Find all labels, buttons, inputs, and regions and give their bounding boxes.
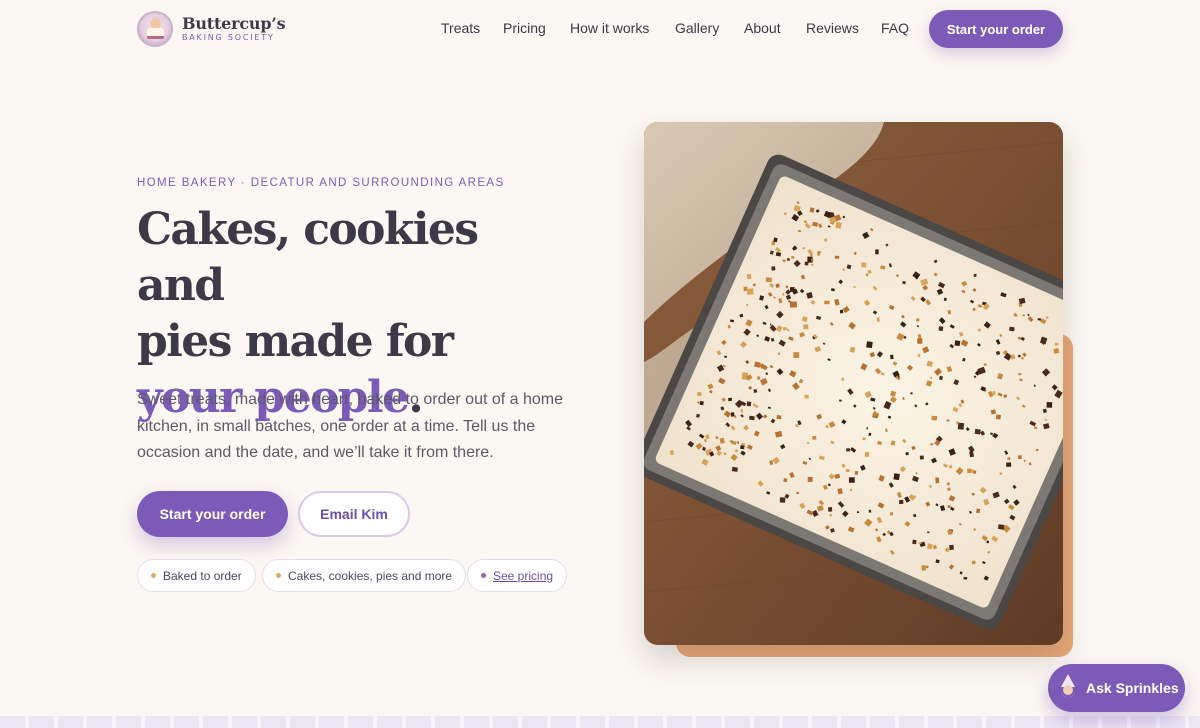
nav-how-it-works[interactable]: How it works <box>570 20 649 36</box>
gnome-icon <box>1058 674 1078 702</box>
chip-see-pricing-link[interactable]: See pricing <box>467 559 568 592</box>
email-kim-button[interactable]: Email Kim <box>298 491 410 537</box>
dot-icon <box>276 573 281 578</box>
hero-start-order-button[interactable]: Start your order <box>137 491 288 537</box>
nav-pricing[interactable]: Pricing <box>503 20 546 36</box>
nav-gallery[interactable]: Gallery <box>675 20 719 36</box>
nav-faq[interactable]: FAQ <box>881 20 909 36</box>
nav-treats[interactable]: Treats <box>441 20 480 36</box>
logo-badge-icon <box>137 11 173 47</box>
hero-description: Sweet treats, made with heart, baked to … <box>137 391 564 461</box>
section-divider-strip <box>0 716 1200 728</box>
brand-name: Buttercup’s <box>182 14 286 33</box>
hero-cake-photo <box>644 122 1063 645</box>
hero-eyebrow: HOME BAKERY · DECATUR AND SURROUNDING AR… <box>137 177 505 189</box>
site-header: Buttercup’s BAKING SOCIETY Treats Pricin… <box>0 0 1200 58</box>
headline-line-1: Cakes, cookies and <box>137 204 479 311</box>
dot-icon <box>481 573 486 578</box>
chip-baked-to-order: Baked to order <box>137 559 256 592</box>
nav-about[interactable]: About <box>744 20 781 36</box>
headline-line-2: pies made for <box>137 316 454 367</box>
brand-tagline: BAKING SOCIETY <box>182 33 275 42</box>
brand-logo[interactable]: Buttercup’s BAKING SOCIETY <box>137 11 286 47</box>
dot-icon <box>151 573 156 578</box>
nav-reviews[interactable]: Reviews <box>806 20 859 36</box>
header-start-order-button[interactable]: Start your order <box>929 10 1063 48</box>
ask-sprinkles-chat-button[interactable]: Ask Sprinkles <box>1048 664 1185 712</box>
chip-cakes-cookies-pies: Cakes, cookies, pies and more <box>262 559 467 592</box>
chat-label: Ask Sprinkles <box>1086 680 1179 696</box>
